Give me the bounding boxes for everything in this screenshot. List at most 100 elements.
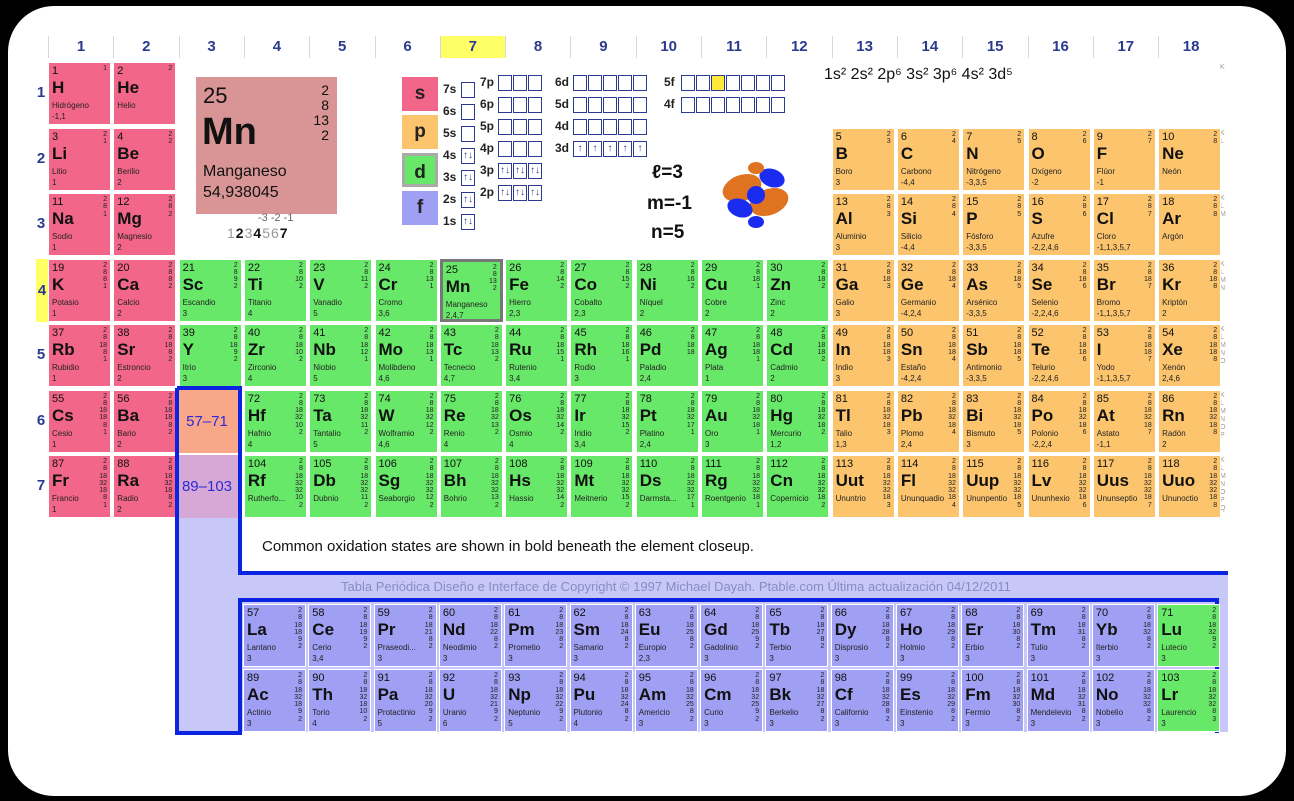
element-at[interactable]: 85 At Astato -1,1 2 8 18 32 18 7 [1092,389,1156,453]
element-cs[interactable]: 55 Cs Cesio 1 2 8 18 18 8 1 [48,389,111,453]
element-sc[interactable]: 21 Sc Escandio 3 2 8 9 2 [178,258,242,322]
element-uut[interactable]: 113 Uut Ununtrio 2 8 18 32 32 18 3 [831,455,895,518]
element-er[interactable]: 68 Er Erbio 3 2 8 18 30 8 2 [961,604,1025,667]
element-ti[interactable]: 22 Ti Titanio 4 2 8 10 2 [243,258,307,322]
element-o[interactable]: 8 O Oxígeno -2 2 6 [1027,127,1091,191]
element-s[interactable]: 16 S Azufre -2,2,4,6 2 8 6 [1027,193,1091,256]
element-rn[interactable]: 86 Rn Radón 2 2 8 18 32 18 8 [1158,389,1222,453]
element-np[interactable]: 93 Np Neptunio 5 2 8 18 32 22 9 2 [504,669,568,732]
element-hf[interactable]: 72 Hf Hafnio 4 2 8 18 32 10 2 [243,389,307,453]
element-ag[interactable]: 47 Ag Plata 1 2 8 18 18 1 [701,324,764,387]
element-os[interactable]: 76 Os Osmio 4 2 8 18 32 14 2 [505,389,569,453]
element-uup[interactable]: 115 Uup Ununpentio 2 8 18 32 32 18 5 [962,455,1026,518]
element-la[interactable]: 57 La Lantano 3 2 8 18 18 9 2 [243,604,306,667]
element-sm[interactable]: 62 Sm Samario 3 2 8 18 24 8 2 [569,604,633,667]
element-uuo[interactable]: 118 Uuo Ununoctio 2 8 18 32 32 18 8 [1158,455,1222,518]
element-kr[interactable]: 36 Kr Kriptón 2 2 8 18 8 [1158,258,1222,322]
element-si[interactable]: 14 Si Silicio -4,4 2 8 4 [896,193,960,256]
actinide-reference[interactable]: 89–103 [176,455,238,518]
element-ta[interactable]: 73 Ta Tantalio 5 2 8 18 32 11 2 [309,389,373,453]
element-lu[interactable]: 71 Lu Lutecio 3 2 8 18 32 9 2 [1157,604,1221,667]
element-md[interactable]: 101 Md Mendelevio 3 2 8 18 32 31 8 2 [1026,669,1090,732]
element-ho[interactable]: 67 Ho Holmio 3 2 8 18 29 8 2 [896,604,959,667]
element-po[interactable]: 84 Po Polonio -2,2,4 2 8 18 32 18 6 [1027,389,1091,453]
element-cr[interactable]: 24 Cr Cromo 3,6 2 8 13 1 [374,258,438,322]
element-pr[interactable]: 59 Pr Praseodi... 3 2 8 18 21 8 2 [373,604,437,667]
lanthanide-reference[interactable]: 57–71 [176,390,238,453]
element-he[interactable]: 2 He Helio 2 [113,62,177,125]
element-no[interactable]: 102 No Nobelio 3 2 8 18 32 32 8 2 [1091,669,1155,732]
element-hs[interactable]: 108 Hs Hassio 2 8 18 32 32 14 2 [505,455,569,518]
element-na[interactable]: 11 Na Sodio 1 2 8 1 [48,193,111,256]
element-cd[interactable]: 48 Cd Cadmio 2 2 8 18 18 2 [766,324,830,387]
element-mg[interactable]: 12 Mg Magnesio 2 2 8 2 [113,193,177,256]
element-cu[interactable]: 29 Cu Cobre 2 2 8 18 1 [701,258,764,322]
element-b[interactable]: 5 B Boro 3 2 3 [831,127,895,191]
element-sb[interactable]: 51 Sb Antimonio -3,3,5 2 8 18 18 5 [962,324,1026,387]
element-nb[interactable]: 41 Nb Niobio 5 2 8 18 12 1 [309,324,373,387]
element-hg[interactable]: 80 Hg Mercurio 1,2 2 8 18 32 18 2 [766,389,830,453]
element-ra[interactable]: 88 Ra Radio 2 2 8 18 32 18 8 2 [113,455,177,518]
element-as[interactable]: 33 As Arsénico -3,3,5 2 8 18 5 [962,258,1026,322]
block-p[interactable]: p [402,115,438,149]
element-k[interactable]: 19 K Potasio 1 2 8 8 1 [48,258,111,322]
element-cm[interactable]: 96 Cm Curio 3 2 8 18 32 25 9 2 [700,669,764,732]
element-re[interactable]: 75 Re Renio 4 2 8 18 32 13 2 [439,389,503,453]
element-v[interactable]: 23 V Vanadio 5 2 8 11 2 [309,258,373,322]
element-ds[interactable]: 110 Ds Darmsta... 2 8 18 32 32 17 1 [635,455,699,518]
element-cf[interactable]: 98 Cf Californio 3 2 8 18 32 28 8 2 [830,669,894,732]
element-fe[interactable]: 26 Fe Hierro 2,3 2 8 14 2 [505,258,569,322]
element-bh[interactable]: 107 Bh Bohrio 2 8 18 32 32 13 2 [439,455,503,518]
element-ge[interactable]: 32 Ge Germanio -4,2,4 2 8 18 4 [896,258,960,322]
element-in[interactable]: 49 In Indio 3 2 8 18 18 3 [831,324,895,387]
element-cn[interactable]: 112 Cn Copernicio 2 8 18 32 32 18 2 [766,455,830,518]
element-xe[interactable]: 54 Xe Xenón 2,4,6 2 8 18 18 8 [1158,324,1222,387]
block-d[interactable]: d [402,153,438,187]
element-pd[interactable]: 46 Pd Paladio 2,4 2 8 18 18 [635,324,699,387]
element-nd[interactable]: 60 Nd Neodimio 3 2 8 18 22 8 2 [438,604,502,667]
element-pu[interactable]: 94 Pu Plutonio 4 2 8 18 32 24 8 2 [569,669,633,732]
element-ga[interactable]: 31 Ga Galio 3 2 8 18 3 [831,258,895,322]
element-uus[interactable]: 117 Uus Ununseptio 2 8 18 32 32 18 7 [1092,455,1156,518]
element-ac[interactable]: 89 Ac Actinio 3 2 8 18 32 18 9 2 [243,669,306,732]
element-lv[interactable]: 116 Lv Ununhexio 2 8 18 32 32 18 6 [1027,455,1091,518]
element-eu[interactable]: 63 Eu Europio 2,3 2 8 18 25 8 2 [634,604,698,667]
element-tc[interactable]: 43 Tc Tecnecio 4,7 2 8 18 13 2 [439,324,503,387]
element-c[interactable]: 6 C Carbono -4,4 2 4 [896,127,960,191]
element-w[interactable]: 74 W Wolframio 4,6 2 8 18 32 12 2 [374,389,438,453]
element-li[interactable]: 3 Li Litio 1 2 1 [48,127,111,191]
element-db[interactable]: 105 Db Dubnio 2 8 18 32 32 11 2 [309,455,373,518]
element-dy[interactable]: 66 Dy Disprosio 3 2 8 18 28 8 2 [830,604,894,667]
element-pt[interactable]: 78 Pt Platino 2,4 2 8 18 32 17 1 [635,389,699,453]
element-te[interactable]: 52 Te Telurio -2,2,4,6 2 8 18 18 6 [1027,324,1091,387]
element-rh[interactable]: 45 Rh Rodio 3 2 8 18 16 1 [570,324,634,387]
element-p[interactable]: 15 P Fósforo -3,3,5 2 8 5 [962,193,1026,256]
element-ir[interactable]: 77 Ir Iridio 3,4 2 8 18 32 15 2 [570,389,634,453]
element-bi[interactable]: 83 Bi Bismuto 3 2 8 18 32 18 5 [962,389,1026,453]
element-co[interactable]: 27 Co Cobalto 2,3 2 8 15 2 [570,258,634,322]
element-am[interactable]: 95 Am Americio 3 2 8 18 32 25 8 2 [634,669,698,732]
element-y[interactable]: 39 Y Itrio 3 2 8 18 9 2 [178,324,242,387]
element-ru[interactable]: 44 Ru Rutenio 3,4 2 8 18 15 1 [505,324,569,387]
element-f[interactable]: 9 F Flúor -1 2 7 [1092,127,1156,191]
element-i[interactable]: 53 I Yodo -1,1,3,5,7 2 8 18 18 7 [1092,324,1156,387]
element-be[interactable]: 4 Be Berilio 2 2 2 [113,127,177,191]
element-tl[interactable]: 81 Tl Talio 1,3 2 8 18 32 18 3 [831,389,895,453]
element-u[interactable]: 92 U Uranio 6 2 8 18 32 21 9 2 [438,669,502,732]
element-ce[interactable]: 58 Ce Cerio 3,4 2 8 18 19 9 2 [308,604,372,667]
element-pm[interactable]: 61 Pm Prometio 3 2 8 18 23 8 2 [504,604,568,667]
element-pa[interactable]: 91 Pa Protactinio 5 2 8 18 32 20 9 2 [373,669,437,732]
element-mo[interactable]: 42 Mo Molibdeno 4,6 2 8 18 13 1 [374,324,438,387]
element-zn[interactable]: 30 Zn Zinc 2 2 8 18 2 [766,258,830,322]
block-s[interactable]: s [402,77,438,111]
block-f[interactable]: f [402,191,438,225]
element-ba[interactable]: 56 Ba Bario 2 2 8 18 18 8 2 [113,389,177,453]
element-bk[interactable]: 97 Bk Berkelio 3 2 8 18 32 27 8 2 [765,669,829,732]
element-pb[interactable]: 82 Pb Plomo 2,4 2 8 18 32 18 4 [896,389,960,453]
element-rf[interactable]: 104 Rf Rutherfo... 2 8 18 32 32 10 2 [243,455,307,518]
element-se[interactable]: 34 Se Selenio -2,2,4,6 2 8 18 6 [1027,258,1091,322]
element-n[interactable]: 7 N Nitrógeno -3,3,5 2 5 [962,127,1026,191]
element-tm[interactable]: 69 Tm Tulio 3 2 8 18 31 8 2 [1026,604,1090,667]
element-ar[interactable]: 18 Ar Argón 2 8 8 [1158,193,1222,256]
element-sg[interactable]: 106 Sg Seaborgio 2 8 18 32 32 12 2 [374,455,438,518]
